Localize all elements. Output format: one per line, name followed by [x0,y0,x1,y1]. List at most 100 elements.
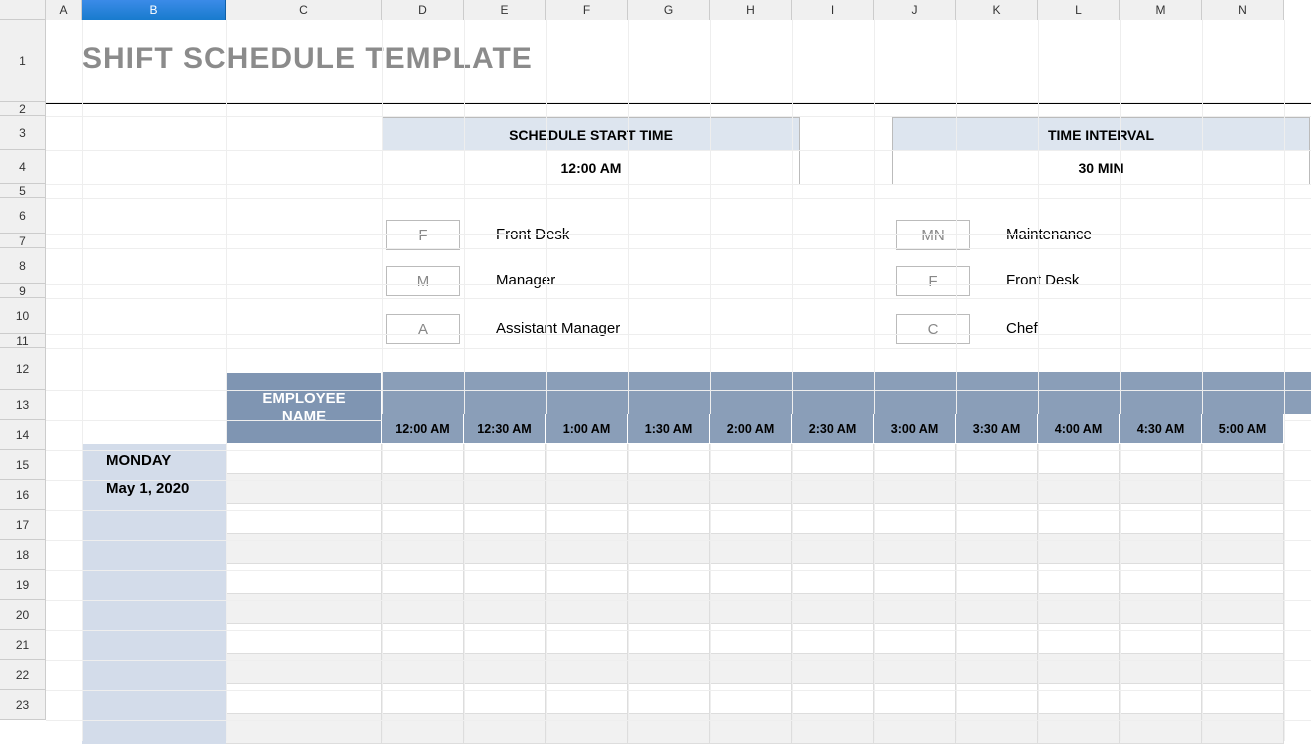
schedule-cell[interactable] [710,534,792,564]
schedule-cell[interactable] [546,624,628,654]
row-header[interactable]: 4 [0,150,46,184]
row-header[interactable]: 9 [0,284,46,298]
schedule-cell[interactable] [464,654,546,684]
schedule-cell[interactable] [1202,714,1284,744]
row-header[interactable]: 8 [0,248,46,284]
schedule-cell[interactable] [1038,444,1120,474]
schedule-cell[interactable] [464,594,546,624]
employee-name-cell[interactable] [226,564,382,594]
legend-code[interactable]: C [896,314,970,344]
schedule-cell[interactable] [382,444,464,474]
schedule-cell[interactable] [874,714,956,744]
schedule-cell[interactable] [956,624,1038,654]
schedule-cell[interactable] [710,594,792,624]
schedule-cell[interactable] [1120,564,1202,594]
schedule-cell[interactable] [792,714,874,744]
schedule-cell[interactable] [1038,504,1120,534]
schedule-cell[interactable] [956,474,1038,504]
schedule-cell[interactable] [874,594,956,624]
schedule-cell[interactable] [1038,624,1120,654]
schedule-cell[interactable] [546,474,628,504]
row-header[interactable]: 20 [0,600,46,630]
schedule-cell[interactable] [1120,714,1202,744]
schedule-cell[interactable] [628,594,710,624]
legend-code[interactable]: A [386,314,460,344]
row-header[interactable]: 6 [0,198,46,234]
schedule-cell[interactable] [628,534,710,564]
schedule-body[interactable] [226,444,1311,744]
schedule-cell[interactable] [792,534,874,564]
schedule-cell[interactable] [956,684,1038,714]
row-header[interactable]: 10 [0,298,46,334]
schedule-cell[interactable] [792,444,874,474]
schedule-cell[interactable] [1202,444,1284,474]
schedule-cell[interactable] [710,654,792,684]
employee-name-cell[interactable] [226,504,382,534]
employee-name-cell[interactable] [226,474,382,504]
schedule-cell[interactable] [1202,504,1284,534]
schedule-cell[interactable] [382,474,464,504]
column-header[interactable]: N [1202,0,1284,20]
schedule-cell[interactable] [710,684,792,714]
column-header[interactable]: E [464,0,546,20]
column-header[interactable]: B [82,0,226,20]
schedule-cell[interactable] [1038,594,1120,624]
schedule-cell[interactable] [628,714,710,744]
schedule-cell[interactable] [464,564,546,594]
schedule-cell[interactable] [1202,594,1284,624]
schedule-cell[interactable] [792,474,874,504]
row-header[interactable]: 7 [0,234,46,248]
schedule-cell[interactable] [1202,564,1284,594]
legend-code[interactable]: F [386,220,460,250]
schedule-cell[interactable] [546,564,628,594]
schedule-cell[interactable] [956,594,1038,624]
schedule-cell[interactable] [382,564,464,594]
schedule-cell[interactable] [628,444,710,474]
select-all-corner[interactable] [0,0,46,20]
schedule-cell[interactable] [382,654,464,684]
schedule-cell[interactable] [710,714,792,744]
schedule-cell[interactable] [1120,594,1202,624]
schedule-cell[interactable] [874,624,956,654]
schedule-cell[interactable] [874,504,956,534]
employee-name-cell[interactable] [226,624,382,654]
schedule-cell[interactable] [546,654,628,684]
row-header[interactable]: 1 [0,20,46,102]
schedule-cell[interactable] [546,444,628,474]
schedule-cell[interactable] [956,714,1038,744]
schedule-cell[interactable] [1202,534,1284,564]
schedule-cell[interactable] [1202,474,1284,504]
schedule-cell[interactable] [464,474,546,504]
schedule-cell[interactable] [382,534,464,564]
schedule-cell[interactable] [628,624,710,654]
schedule-cell[interactable] [956,564,1038,594]
schedule-cell[interactable] [1038,654,1120,684]
schedule-cell[interactable] [956,504,1038,534]
column-header[interactable]: F [546,0,628,20]
schedule-cell[interactable] [628,654,710,684]
column-header[interactable]: I [792,0,874,20]
schedule-cell[interactable] [874,654,956,684]
schedule-cell[interactable] [792,594,874,624]
schedule-cell[interactable] [464,504,546,534]
schedule-cell[interactable] [628,564,710,594]
schedule-cell[interactable] [1038,534,1120,564]
schedule-cell[interactable] [792,684,874,714]
row-header[interactable]: 14 [0,420,46,450]
schedule-start-value[interactable]: 12:00 AM [382,151,800,185]
employee-name-cell[interactable] [226,534,382,564]
schedule-cell[interactable] [628,474,710,504]
column-header[interactable]: G [628,0,710,20]
schedule-cell[interactable] [464,624,546,654]
schedule-cell[interactable] [546,504,628,534]
schedule-cell[interactable] [1120,474,1202,504]
schedule-cell[interactable] [792,504,874,534]
schedule-cell[interactable] [874,684,956,714]
employee-name-cell[interactable] [226,444,382,474]
schedule-cell[interactable] [382,684,464,714]
schedule-cell[interactable] [1038,684,1120,714]
schedule-cell[interactable] [382,714,464,744]
schedule-cell[interactable] [710,564,792,594]
legend-code[interactable]: MN [896,220,970,250]
column-header[interactable]: A [46,0,82,20]
